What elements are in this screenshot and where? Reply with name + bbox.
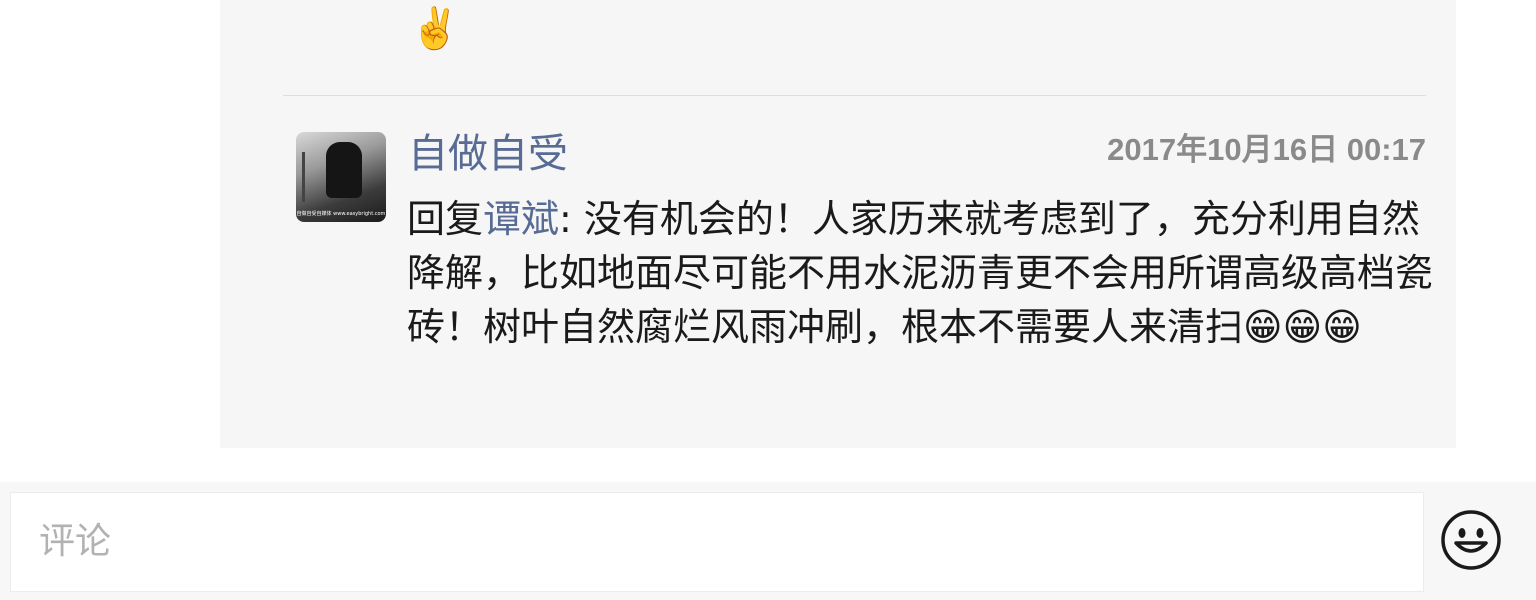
avatar-photo-figure xyxy=(326,142,362,198)
comment-divider xyxy=(283,95,1426,96)
avatar-caption: 自做自受自媒体 www.easybright.com xyxy=(296,211,386,217)
avatar-photo-detail xyxy=(302,152,305,202)
comment-input-placeholder: 评论 xyxy=(39,521,112,562)
avatar[interactable]: 自做自受自媒体 www.easybright.com xyxy=(296,132,386,222)
grinning-face-emoji-icon: 😁 xyxy=(1322,305,1362,349)
comment-input[interactable]: 评论 xyxy=(10,492,1424,592)
grinning-face-emoji-icon: 😁 xyxy=(1282,305,1323,349)
reply-target-name[interactable]: 谭斌 xyxy=(483,197,559,241)
comment-input-bar: 评论 xyxy=(0,482,1536,600)
comment-timestamp: 2017年10月16日 00:17 xyxy=(1107,132,1426,167)
comment-author-name[interactable]: 自做自受 xyxy=(408,126,568,182)
grinning-face-emoji-icon: 😁 xyxy=(1243,305,1283,349)
victory-hand-emoji-icon: ✌️ xyxy=(410,6,460,52)
comment-text: 回复谭斌: 没有机会的！人家历来就考虑到了，充分利用自然降解，比如地面尽可能不用… xyxy=(407,192,1437,354)
comments-screen: ✌️ 自做自受自媒体 www.easybright.com 自做自受 2017年… xyxy=(0,0,1536,600)
smiley-face-icon[interactable] xyxy=(1440,509,1502,571)
reply-prefix: 回复 xyxy=(407,197,484,241)
